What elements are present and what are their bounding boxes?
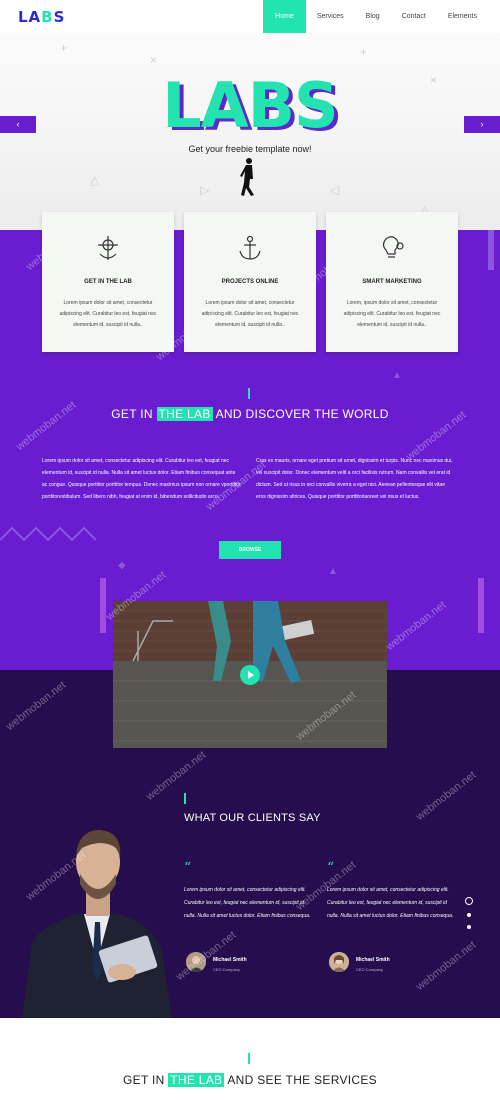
lightbulb-gear-icon [382,236,404,258]
feature-card-lab[interactable]: GET IN THE LAB Lorem ipsum dolor sit ame… [42,212,174,352]
services-heading: GET IN THE LAB AND SEE THE SERVICES [0,1073,500,1087]
lab-heading-pre: GET IN [111,407,153,421]
decor-triangle-icon: ◆ [118,560,126,571]
main-menu: Home Services Blog Contact Elements [263,0,488,33]
lab-text-left: Lorem ipsum dolor sit amet, consectetur … [42,458,241,500]
hero-subtitle: Get your freebie template now! [188,144,312,154]
author-role: CEO Company [356,967,383,972]
decor-triangle-icon: ▲ [328,566,338,577]
menu-item-elements[interactable]: Elements [437,0,488,33]
author-name: Michael Smith [356,957,390,963]
play-icon [248,671,254,679]
author-role: CEO Company [213,967,240,972]
quote-icon: “ [327,860,335,876]
hero-title: LABS LABS [0,69,500,145]
decor-plus-icon: + [360,45,368,59]
menu-item-blog[interactable]: Blog [355,0,391,33]
decor-triangle-icon: ▷ [200,183,210,197]
chevron-right-icon: › [480,119,484,129]
top-nav: LABS Home Services Blog Contact Elements [0,0,500,33]
decor-plus-icon: + [60,41,68,55]
pagination-dot[interactable] [467,913,471,917]
zigzag-decor-icon [0,526,97,542]
feature-title: GET IN THE LAB [84,279,132,285]
pagination-dot-active[interactable] [465,897,473,905]
decor-bar [478,578,484,633]
testimonial-quote: Lorem ipsum dolor sit amet, consectetur … [327,887,454,919]
decor-x-icon: × [150,53,158,67]
decor-bar [488,230,494,270]
avatar-image [186,952,206,972]
services-heading-highlight: THE LAB [168,1073,225,1087]
video-play-button[interactable] [240,665,260,685]
feature-text: Lorem ipsum dolor sit amet, consectetur … [59,300,157,328]
lab-text-right: Cras ex mauris, ornare eget pretium sit … [256,458,453,500]
section-marker [248,1053,250,1064]
testimonial-quote: Lorem ipsum dolor sit amet, consectetur … [184,887,311,919]
section-marker [248,388,250,399]
pagination-dot[interactable] [467,925,471,929]
avatar-image [329,952,349,972]
decor-bar [100,578,106,633]
menu-item-services[interactable]: Services [306,0,355,33]
section-marker [184,793,186,804]
feature-text: Lorem ipsum dolor sit amet, consectetur … [201,300,299,328]
slider-next-button[interactable]: › [464,116,500,133]
avatar [329,952,349,972]
feature-card-projects[interactable]: PROJECTS ONLINE Lorem ipsum dolor sit am… [184,212,316,352]
feature-title: SMART MARKETING [362,279,422,285]
logo-text-accent: B [41,8,54,26]
hero-title-text: LABS [162,69,338,142]
decor-triangle-icon: ▲ [392,370,402,381]
lab-heading: GET IN THE LAB AND DISCOVER THE WORLD [0,407,500,421]
feature-card-marketing[interactable]: SMART MARKETING Lorem, ipsum dolor sit a… [326,212,458,352]
walking-man-icon [240,158,254,196]
lab-heading-post: AND DISCOVER THE WORLD [215,407,389,421]
lab-heading-highlight: THE LAB [156,407,213,421]
decor-triangle-icon: △ [90,173,100,187]
anchor-icon [239,235,261,260]
site-logo[interactable]: LABS [18,8,65,26]
browse-button[interactable]: BROWSE [219,541,281,559]
menu-item-home[interactable]: Home [263,0,306,33]
chevron-left-icon: ‹ [16,119,20,129]
services-heading-post: AND SEE THE SERVICES [227,1073,377,1087]
author-name: Michael Smith [213,957,247,963]
avatar [186,952,206,972]
slider-prev-button[interactable]: ‹ [0,116,36,133]
testimonials-heading: WHAT OUR CLIENTS SAY [184,812,321,824]
feature-text: Lorem, ipsum dolor sit amet, consectetur… [343,300,441,328]
logo-text-tail: S [53,8,66,26]
logo-text-main: LA [18,8,42,26]
decor-triangle-icon: ◁ [330,183,340,197]
feature-title: PROJECTS ONLINE [221,279,279,285]
quote-icon: “ [184,860,192,876]
menu-item-contact[interactable]: Contact [391,0,437,33]
hero-section: + × + × △ ◁ ▷ △ LABS LABS Get your freeb… [0,33,500,230]
services-heading-pre: GET IN [123,1073,165,1087]
anchor-target-icon [98,236,118,260]
businessman-image [22,830,172,1018]
testimonial-pagination [465,897,473,937]
